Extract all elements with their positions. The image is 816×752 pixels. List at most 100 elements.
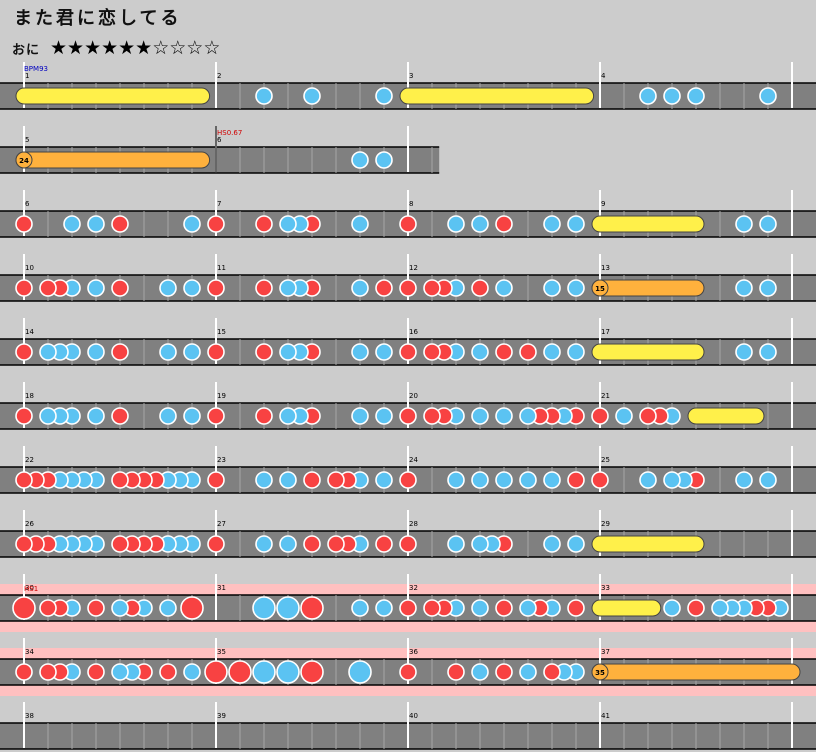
measure-number: 40 [409,712,418,720]
big-don-note [12,596,36,620]
ka-note [735,343,753,361]
measure-number: 3 [409,72,413,80]
ka-note [759,343,777,361]
measure-number: 2 [217,72,221,80]
don-note [207,279,225,297]
don-note [15,471,33,489]
don-note [327,471,345,489]
ka-note [687,87,705,105]
don-note [111,343,129,361]
ka-note [375,599,393,617]
don-note [39,663,57,681]
don-note [111,279,129,297]
don-note [255,279,273,297]
ka-note [543,535,561,553]
note-chart: 1 2 3 45 6246 7 8 910 11 12 131514 15 16 1718 19 20 2122… [0,62,816,750]
ka-note [471,343,489,361]
don-note [567,599,585,617]
big-ka-note [252,596,276,620]
don-note [15,663,33,681]
ka-note [375,87,393,105]
ka-note [711,599,729,617]
don-note [15,407,33,425]
big-don-note [228,660,252,684]
don-note [111,215,129,233]
ka-note [471,471,489,489]
ka-note [735,471,753,489]
ka-note [111,663,129,681]
ka-note [567,279,585,297]
measure-number: 15 [217,328,226,336]
ka-note [159,407,177,425]
drumroll-note [399,87,595,105]
ka-note [183,663,201,681]
ka-note [471,215,489,233]
don-note [207,471,225,489]
chart-row: 38 39 40 41 [0,702,816,750]
don-note [87,663,105,681]
chart-row: 10 11 12 13 15 [0,254,816,302]
ka-note [471,599,489,617]
ka-note [447,535,465,553]
measure-number: 12 [409,264,418,272]
measure-number: 7 [217,200,221,208]
don-note [399,407,417,425]
don-note [39,599,57,617]
big-ka-note [276,596,300,620]
measure-number: 9 [601,200,605,208]
don-note [495,663,513,681]
don-note [399,663,417,681]
measure-number: 31 [217,584,226,592]
ka-note [375,407,393,425]
measure-number: 37 [601,648,610,656]
chart-row: 34 35 36 37 35 [0,638,816,696]
chart-row: 6 7 8 9 [0,190,816,238]
ka-note [351,279,369,297]
measure-number: 10 [25,264,34,272]
balloon-note [591,663,801,681]
ka-note [759,471,777,489]
ka-note [567,535,585,553]
don-note [423,279,441,297]
ka-note [519,471,537,489]
ka-note [279,407,297,425]
drumroll-note [591,215,705,233]
ka-note [87,343,105,361]
scroll-change-label: HS0.67 [217,129,242,137]
measure-number: 32 [409,584,418,592]
measure-number: 22 [25,456,34,464]
ka-note [183,215,201,233]
don-note [15,279,33,297]
measure-number: 26 [25,520,34,528]
measure-number: 17 [601,328,610,336]
balloon-count: 24 [19,157,29,165]
ka-note [543,215,561,233]
ka-note [663,599,681,617]
ka-note [471,407,489,425]
ka-note [39,407,57,425]
don-note [15,343,33,361]
balloon-note [591,279,705,297]
ka-note [447,471,465,489]
measure-number: 41 [601,712,610,720]
measure-number: 5 [25,136,29,144]
don-note [399,343,417,361]
big-ka-note [348,660,372,684]
don-note [399,471,417,489]
ka-note [159,599,177,617]
drumroll-note [591,535,705,553]
measure-number: 18 [25,392,34,400]
chart-row: 14 15 16 17 [0,318,816,366]
ka-note [495,279,513,297]
don-note [543,663,561,681]
don-note [207,407,225,425]
don-note [495,343,513,361]
ka-note [63,215,81,233]
ka-note [303,87,321,105]
don-note [207,215,225,233]
ka-note [351,599,369,617]
ka-note [519,407,537,425]
ka-note [375,471,393,489]
ka-note [375,151,393,169]
measure-number: 13 [601,264,610,272]
